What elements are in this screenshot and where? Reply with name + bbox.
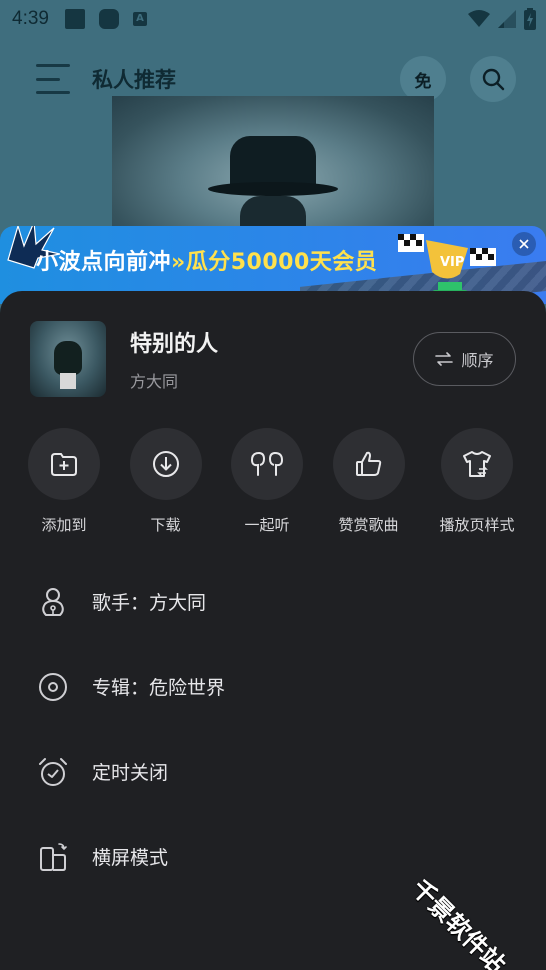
download-button[interactable]: 下载 bbox=[126, 428, 206, 535]
action-row: 添加到 下载 一起听 赞赏歌曲 播放页样式 bbox=[24, 428, 524, 535]
song-title: 特别的人 bbox=[130, 332, 219, 357]
search-button[interactable] bbox=[470, 56, 516, 102]
alarm-clock-icon bbox=[36, 755, 70, 789]
singer-label: 歌手：方大同 bbox=[92, 592, 207, 614]
listen-together-button[interactable]: 一起听 bbox=[227, 428, 307, 535]
menu-item-sleep-timer[interactable]: 定时关闭 bbox=[36, 729, 516, 814]
sleep-timer-label: 定时关闭 bbox=[92, 762, 169, 784]
landscape-icon bbox=[36, 840, 70, 874]
download-icon bbox=[152, 451, 179, 477]
wifi-icon bbox=[468, 10, 490, 27]
banner-close-button[interactable] bbox=[512, 232, 536, 256]
battery-icon bbox=[524, 8, 536, 30]
earbuds-icon bbox=[250, 452, 284, 476]
song-cover-thumbnail bbox=[30, 321, 106, 397]
add-folder-icon bbox=[51, 453, 77, 476]
player-style-circle bbox=[441, 428, 513, 500]
player-style-button[interactable]: 播放页样式 bbox=[430, 428, 524, 535]
search-icon bbox=[482, 68, 505, 91]
song-info-row: 特别的人 方大同 顺序 bbox=[30, 321, 516, 397]
album-art-background bbox=[112, 96, 434, 236]
listen-together-circle bbox=[231, 428, 303, 500]
song-artist: 方大同 bbox=[130, 372, 179, 391]
listen-together-label: 一起听 bbox=[244, 516, 290, 534]
signal-icon bbox=[498, 10, 516, 28]
add-to-playlist-button[interactable]: 添加到 bbox=[24, 428, 104, 535]
trophy-vip-text: VIP bbox=[440, 255, 464, 270]
hat-brim-shape bbox=[208, 182, 338, 196]
download-label: 下载 bbox=[150, 516, 181, 534]
page-title: 私人推荐 bbox=[92, 68, 176, 92]
appreciate-circle bbox=[332, 428, 405, 500]
song-info: 特别的人 方大同 bbox=[130, 326, 218, 392]
app-notification-icon bbox=[98, 9, 119, 29]
free-mode-label: 免 bbox=[414, 71, 432, 92]
menu-item-album[interactable]: 专辑：危险世界 bbox=[36, 644, 516, 729]
notification-icon bbox=[64, 9, 85, 29]
a-notification-icon: A bbox=[132, 12, 147, 26]
close-icon bbox=[519, 239, 529, 249]
add-to-circle bbox=[28, 428, 100, 500]
hamburger-menu-icon[interactable] bbox=[36, 64, 70, 94]
player-style-label: 播放页样式 bbox=[439, 516, 515, 534]
sequential-order-icon bbox=[435, 352, 454, 366]
singer-icon bbox=[36, 585, 70, 619]
song-options-sheet: 特别的人 方大同 顺序 添加到 下载 一起听 赞赏歌曲 播放页样式 歌手：方大同… bbox=[0, 291, 546, 970]
status-time: 4:39 bbox=[12, 8, 49, 29]
add-to-label: 添加到 bbox=[41, 516, 87, 534]
appreciate-song-button[interactable]: 赞赏歌曲 bbox=[329, 428, 409, 535]
play-order-label: 顺序 bbox=[461, 351, 494, 370]
banner-text: 小波点向前冲»瓜分50000天会员 bbox=[36, 244, 377, 276]
cover-mask-shape bbox=[54, 341, 82, 375]
album-label: 专辑：危险世界 bbox=[92, 677, 226, 699]
status-right-icons bbox=[468, 8, 536, 30]
menu-list: 歌手：方大同 专辑：危险世界 定时关闭 横屏模式 bbox=[36, 559, 516, 899]
menu-item-singer[interactable]: 歌手：方大同 bbox=[36, 559, 516, 644]
cover-sign-shape bbox=[60, 373, 76, 389]
tshirt-icon bbox=[463, 451, 491, 477]
banner-text-main: 小波点向前冲 bbox=[36, 250, 172, 275]
status-bar: 4:39 A bbox=[0, 0, 546, 38]
appreciate-label: 赞赏歌曲 bbox=[338, 516, 399, 534]
landscape-label: 横屏模式 bbox=[92, 847, 169, 869]
download-circle bbox=[129, 428, 202, 500]
album-disc-icon bbox=[36, 670, 70, 704]
banner-text-arrow: » bbox=[171, 250, 186, 275]
banner-text-highlight: 瓜分50000天会员 bbox=[185, 250, 378, 275]
play-order-button[interactable]: 顺序 bbox=[413, 332, 516, 386]
thumbs-up-icon bbox=[355, 451, 381, 476]
